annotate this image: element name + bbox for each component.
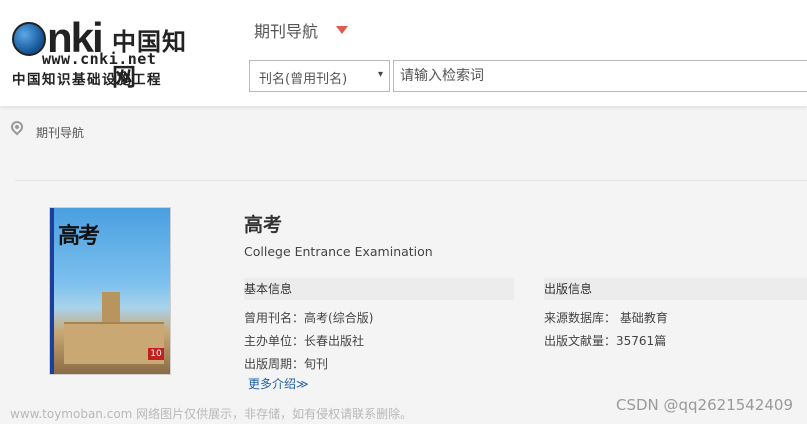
source-database-value: 基础教育 [619, 311, 668, 325]
journal-nav-menu[interactable]: 期刊导航 [254, 18, 318, 42]
cycle-row: 出版周期：旬刊 [244, 355, 328, 372]
cycle-label: 出版周期： [244, 357, 305, 371]
logo-subtitle: 中国知识基础设施工程 [12, 72, 162, 88]
publication-info-heading: 出版信息 [544, 278, 807, 300]
sponsor-label: 主办单位： [244, 334, 305, 348]
cover-issue-number: 10 [148, 348, 164, 360]
breadcrumb: 期刊导航 [0, 113, 807, 149]
search-field-selected: 刊名(曾用刊名) [259, 72, 348, 87]
watermark-text: www.toymoban.com 网络图片仅供展示，非存储，如有侵权请联系删除。 [10, 407, 413, 421]
basic-info-heading: 基本信息 [244, 278, 514, 300]
sponsor-row: 主办单位：长春出版社 [244, 332, 364, 349]
csdn-watermark: CSDN @qq2621542409 [615, 396, 793, 414]
source-database-row: 来源数据库： 基础教育 [544, 309, 668, 326]
logo-url: www.cnki.net [42, 50, 157, 68]
cnki-logo[interactable]: nki 中国知网 www.cnki.net 中国知识基础设施工程 [12, 14, 202, 91]
caret-down-icon[interactable] [336, 26, 348, 34]
former-name-label: 曾用刊名： [244, 311, 305, 325]
site-header: nki 中国知网 www.cnki.net 中国知识基础设施工程 期刊导航 刊名… [0, 0, 807, 106]
breadcrumb-item[interactable]: 期刊导航 [36, 124, 84, 141]
search-field-select[interactable]: 刊名(曾用刊名) ▾ [249, 60, 390, 92]
dropdown-arrow-icon: ▾ [377, 69, 383, 80]
publication-count-value: 35761篇 [616, 334, 667, 348]
publication-count-row: 出版文献量：35761篇 [544, 332, 666, 349]
journal-cover-image[interactable]: 高考 10 [49, 207, 171, 375]
search-input[interactable] [393, 60, 807, 92]
cycle-value: 旬刊 [304, 357, 329, 371]
cover-building-tower [102, 292, 120, 326]
cover-spine [50, 208, 54, 374]
basic-info-heading-text: 基本信息 [244, 282, 293, 296]
more-intro-link[interactable]: 更多介绍≫ [248, 375, 309, 392]
former-name-row: 曾用刊名：高考(综合版) [244, 309, 373, 326]
publication-info-heading-text: 出版信息 [544, 282, 593, 296]
journal-english-title: College Entrance Examination [244, 244, 433, 259]
source-database-label: 来源数据库： [544, 311, 617, 325]
cover-title: 高考 [58, 223, 100, 249]
location-pin-icon [8, 118, 26, 136]
former-name-value: 高考(综合版) [304, 311, 374, 325]
globe-icon [12, 22, 46, 56]
journal-title: 高考 [244, 214, 283, 236]
publication-count-label: 出版文献量： [544, 334, 617, 348]
sponsor-value: 长春出版社 [304, 334, 365, 348]
